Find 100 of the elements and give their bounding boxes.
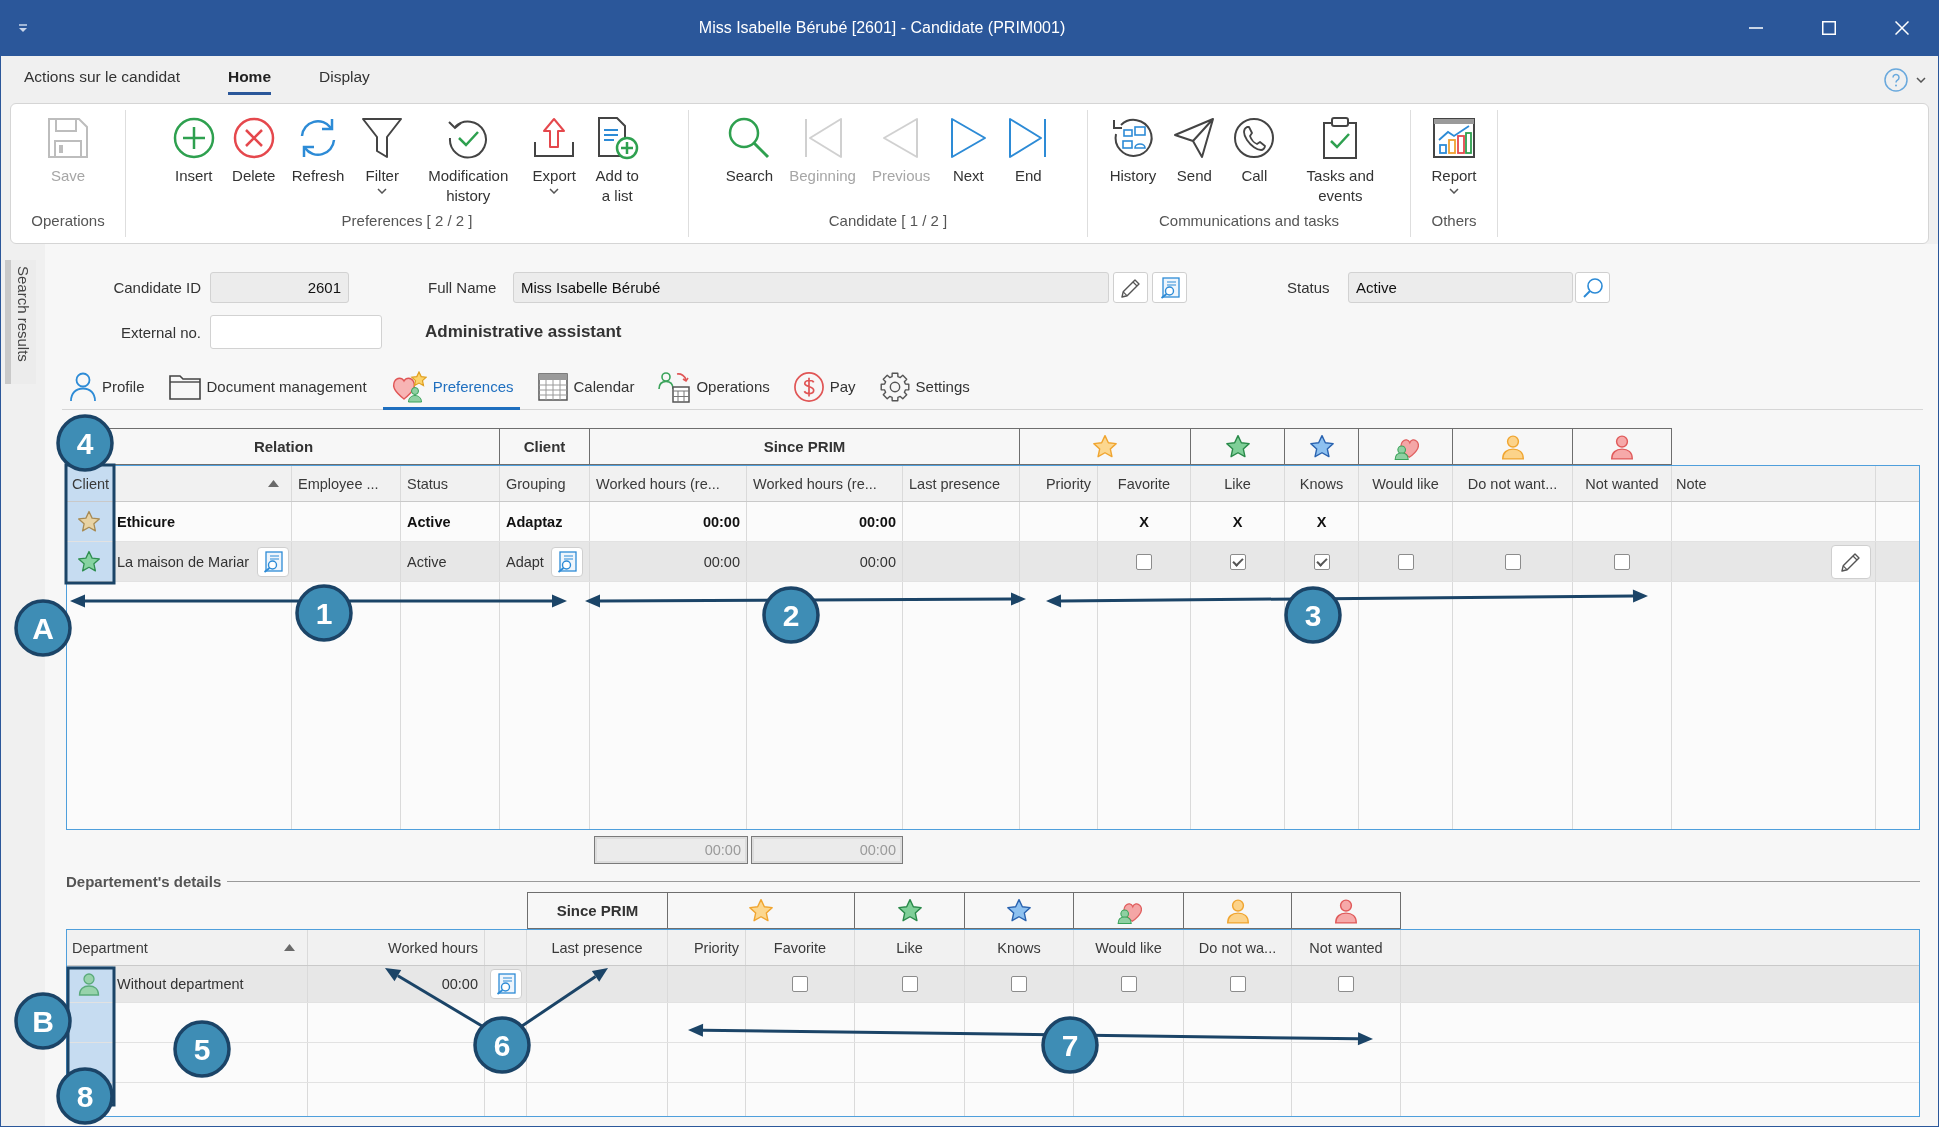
heart-star-icon xyxy=(390,370,427,403)
ribbon-tab[interactable]: Home xyxy=(227,64,272,95)
callout: 5 xyxy=(173,1020,231,1078)
folder-icon xyxy=(168,373,201,400)
dropdown-icon[interactable] xyxy=(18,23,28,33)
checkbox[interactable] xyxy=(1338,976,1354,992)
column-header[interactable]: Worked hours xyxy=(308,930,485,965)
filter-button[interactable]: Filter xyxy=(355,116,410,209)
ribbon-tab[interactable]: Actions sur le candidat xyxy=(24,64,180,95)
column-header[interactable]: Worked hours (re... xyxy=(590,466,747,501)
column-header[interactable]: Do not wa... xyxy=(1184,930,1292,965)
history-button[interactable]: History xyxy=(1104,116,1162,209)
column-header[interactable]: Priority xyxy=(668,930,746,965)
grouping-value: Adaptaz xyxy=(506,513,563,530)
tab[interactable]: Calendar xyxy=(529,366,641,410)
sidebar-tab[interactable]: Search results xyxy=(5,260,36,384)
column-header[interactable]: Would like xyxy=(1074,930,1184,965)
tab[interactable]: Preferences xyxy=(382,366,520,410)
funnel-icon xyxy=(360,116,405,160)
lookup-button[interactable] xyxy=(551,546,583,577)
callout: B xyxy=(14,992,72,1050)
column-header[interactable]: Client xyxy=(67,466,292,501)
add-to-list-button[interactable]: Add to a list xyxy=(587,116,648,209)
column-header[interactable]: Not wanted xyxy=(1292,930,1401,965)
column-header[interactable]: Knows xyxy=(1285,466,1359,501)
checkbox[interactable] xyxy=(1120,976,1137,992)
status-field[interactable]: Active xyxy=(1348,272,1573,303)
column-header[interactable]: Like xyxy=(1191,466,1285,501)
column-group-header: Client xyxy=(500,428,590,465)
refresh-button[interactable]: Refresh xyxy=(286,116,350,209)
help-icon[interactable] xyxy=(1884,67,1908,92)
full-name-field[interactable]: Miss Isabelle Bérubé xyxy=(513,272,1109,303)
checkbox[interactable] xyxy=(1504,553,1521,570)
checkbox[interactable] xyxy=(1229,553,1246,570)
lookup-button[interactable] xyxy=(489,969,522,999)
end-button[interactable]: End xyxy=(1001,116,1056,209)
checkbox[interactable] xyxy=(1229,976,1246,992)
field-label: Candidate ID xyxy=(112,279,201,296)
flag-mark: X xyxy=(1139,513,1149,530)
send-button[interactable]: Send xyxy=(1167,116,1222,209)
person-icon xyxy=(1609,433,1635,460)
group-label: Others xyxy=(1430,211,1478,231)
checkbox[interactable] xyxy=(1614,553,1630,570)
tab[interactable]: Settings xyxy=(871,366,976,410)
tab[interactable]: Pay xyxy=(785,366,862,410)
checkbox[interactable] xyxy=(1136,553,1152,570)
checkbox[interactable] xyxy=(1313,553,1330,570)
export-button[interactable]: Export xyxy=(527,116,582,209)
table-row[interactable]: Without department 00:00 xyxy=(67,966,1919,1003)
column-header[interactable]: Do not want... xyxy=(1453,466,1573,501)
edit-button[interactable] xyxy=(1831,544,1871,579)
people-calendar-icon xyxy=(658,370,691,403)
caret-icon xyxy=(1449,188,1459,194)
call-button[interactable]: Call xyxy=(1227,116,1282,209)
column-header[interactable]: Priority xyxy=(1020,466,1098,501)
column-header[interactable]: Department xyxy=(67,930,308,965)
next-button[interactable]: Next xyxy=(941,116,996,209)
column-header[interactable]: Not wanted xyxy=(1573,466,1672,501)
edit-button[interactable] xyxy=(1113,272,1148,303)
delete-button[interactable]: Delete xyxy=(226,116,281,209)
column-header[interactable]: Favorite xyxy=(1098,466,1191,501)
tab[interactable]: Operations xyxy=(650,366,776,410)
dollar-icon xyxy=(793,371,824,402)
column-header[interactable]: Favorite xyxy=(746,930,855,965)
tab[interactable]: Document management xyxy=(160,366,373,410)
column-header[interactable]: Last presence xyxy=(903,466,1020,501)
hours-value: 00:00 xyxy=(702,513,740,530)
modification-history-button[interactable]: Modification history xyxy=(415,116,522,209)
column-header[interactable]: Knows xyxy=(965,930,1074,965)
candidate-id-field[interactable]: 2601 xyxy=(210,272,349,303)
checkbox[interactable] xyxy=(1397,553,1414,570)
tasks-and-events-button[interactable]: Tasks and events xyxy=(1287,116,1394,209)
insert-button[interactable]: Insert xyxy=(166,116,221,209)
tab[interactable]: Profile xyxy=(62,366,151,410)
column-header[interactable]: Last presence xyxy=(527,930,668,965)
callout: 2 xyxy=(762,586,820,644)
column-header[interactable]: Would like xyxy=(1359,466,1453,501)
table-row[interactable]: La maison de Mariar Active Adapt 00:00 00:00 xyxy=(67,542,1919,582)
search-button[interactable]: Search xyxy=(720,116,779,209)
column-header[interactable]: Note xyxy=(1672,466,1876,501)
column-header[interactable]: Employee ... xyxy=(292,466,401,501)
column-header[interactable]: Grouping xyxy=(500,466,590,501)
checkbox[interactable] xyxy=(1011,976,1027,992)
lookup-button[interactable] xyxy=(257,546,289,577)
document-search-icon xyxy=(263,550,283,573)
ribbon-tab[interactable]: Display xyxy=(319,64,370,95)
report-button[interactable]: Report xyxy=(1426,116,1482,209)
external-no-field[interactable] xyxy=(210,315,382,349)
search-icon xyxy=(1581,276,1604,299)
column-header[interactable]: Like xyxy=(855,930,965,965)
checkbox[interactable] xyxy=(901,976,918,992)
checkbox[interactable] xyxy=(792,976,808,992)
settings-icon xyxy=(879,371,910,402)
callout: 3 xyxy=(1284,586,1342,644)
lookup-button[interactable] xyxy=(1152,272,1187,303)
caret-icon[interactable] xyxy=(1916,76,1926,83)
search-button[interactable] xyxy=(1575,272,1610,303)
column-header[interactable]: Status xyxy=(401,466,500,501)
star-icon xyxy=(77,509,101,534)
column-header[interactable]: Worked hours (re... xyxy=(747,466,903,501)
